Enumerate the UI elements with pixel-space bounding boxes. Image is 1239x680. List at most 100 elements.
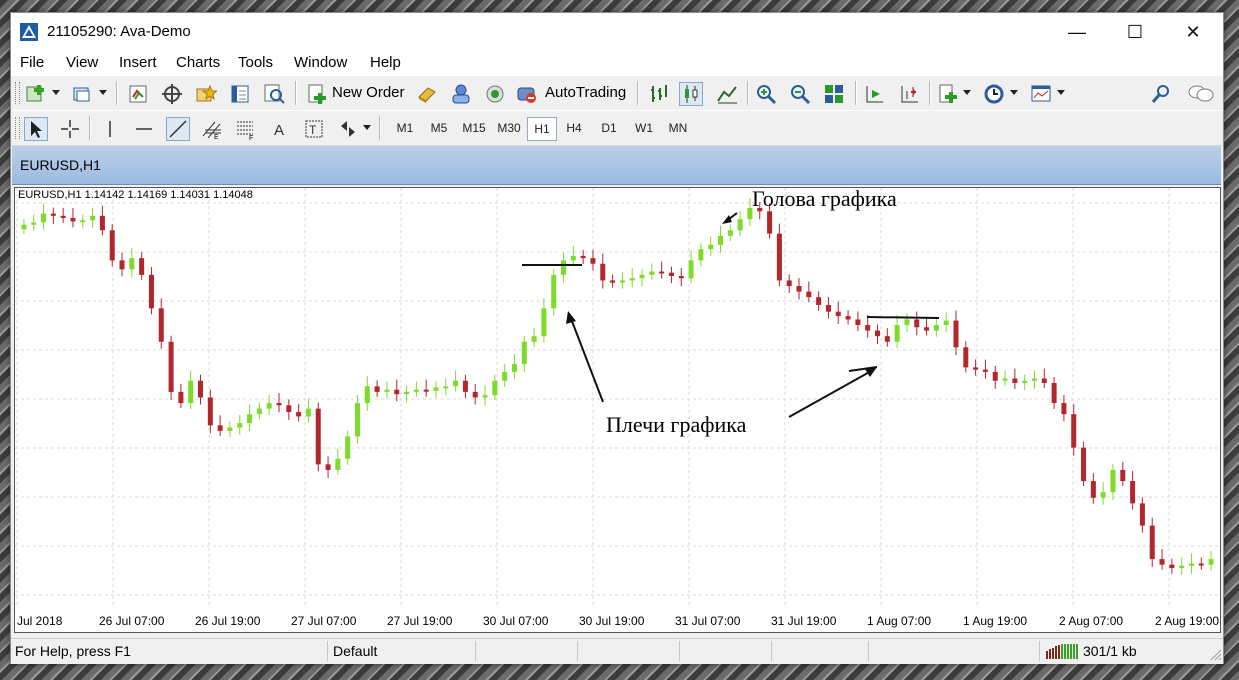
menu-tools[interactable]: Tools [238, 54, 273, 71]
candle-body [482, 395, 488, 398]
new-order-button[interactable]: New Order [306, 76, 410, 110]
trendline-icon[interactable] [166, 117, 190, 141]
horizontal-line-icon[interactable] [133, 118, 155, 140]
candle-body [884, 336, 890, 342]
navigator-icon[interactable] [161, 83, 183, 105]
vertical-line-icon[interactable] [99, 118, 121, 140]
autoscroll-icon[interactable] [897, 83, 919, 105]
timeframe-d1[interactable]: D1 [595, 117, 623, 139]
search-icon[interactable] [1150, 83, 1172, 105]
profiles-icon[interactable] [71, 83, 93, 105]
autotrading-button[interactable]: AutoTrading [516, 76, 630, 110]
candle-body [462, 380, 468, 392]
indicators-icon[interactable] [937, 83, 959, 105]
chat-icon[interactable] [1187, 83, 1215, 105]
candle-body [992, 371, 998, 381]
candle-body [1120, 469, 1126, 482]
head-annotation: Голова графика [752, 186, 897, 211]
menu-insert[interactable]: Insert [119, 54, 157, 71]
candle-body [129, 258, 135, 270]
svg-text:E: E [214, 134, 219, 140]
candle-body [963, 347, 969, 368]
templates-dropdown-icon[interactable] [1057, 90, 1065, 95]
strategy-tester-icon[interactable] [263, 83, 285, 105]
metaeditor-icon[interactable] [416, 83, 438, 105]
resize-grip-icon[interactable] [1210, 649, 1222, 661]
time-axis-label: 26 Jul 19:00 [195, 614, 261, 628]
candle-body [541, 308, 547, 337]
toolbar-grip[interactable] [15, 82, 20, 104]
timeframe-h1[interactable]: H1 [527, 117, 557, 141]
candle-body [99, 215, 105, 231]
price-chart[interactable] [15, 188, 1220, 632]
candlestick-chart-icon[interactable] [679, 82, 703, 106]
autotrading-label: AutoTrading [545, 84, 627, 101]
timeframe-m1[interactable]: M1 [390, 117, 420, 139]
chart-area[interactable]: EURUSD,H1 1.14142 1.14169 1.14031 1.1404… [14, 186, 1221, 633]
arrows-icon[interactable] [337, 118, 359, 140]
text-label-icon[interactable]: T [303, 118, 325, 140]
arrows-dropdown-icon[interactable] [363, 125, 371, 130]
candle-body [335, 458, 341, 470]
candle-body [639, 274, 645, 279]
periods-icon[interactable] [983, 83, 1005, 105]
candle-body [1139, 503, 1145, 526]
menu-window[interactable]: Window [294, 54, 347, 71]
time-axis-label: 30 Jul 19:00 [579, 614, 645, 628]
new-chart-icon[interactable] [25, 83, 47, 105]
equidistant-channel-icon[interactable]: E [201, 118, 223, 140]
shoulder-arrow-right [788, 369, 874, 418]
new-chart-dropdown-icon[interactable] [52, 90, 60, 95]
candle-body [796, 286, 802, 292]
timeframe-h4[interactable]: H4 [560, 117, 588, 139]
candle-body [207, 397, 213, 426]
candle-body [924, 327, 930, 331]
timeframe-m5[interactable]: M5 [424, 117, 454, 139]
candle-body [158, 308, 164, 342]
close-button[interactable]: ✕ [1164, 13, 1222, 51]
favorites-icon[interactable] [195, 83, 217, 105]
bar-chart-icon[interactable] [648, 83, 670, 105]
menu-charts[interactable]: Charts [176, 54, 220, 71]
minimize-button[interactable]: — [1048, 13, 1106, 51]
candle-body [570, 255, 576, 261]
zoom-out-icon[interactable] [789, 83, 811, 105]
templates-icon[interactable] [1030, 83, 1052, 105]
periods-dropdown-icon[interactable] [1010, 90, 1018, 95]
menu-help[interactable]: Help [370, 54, 401, 71]
candle-body [109, 230, 115, 261]
experts-icon[interactable] [450, 83, 472, 105]
candle-body [80, 220, 86, 223]
timeframe-m15[interactable]: M15 [458, 117, 490, 139]
profiles-dropdown-icon[interactable] [99, 90, 107, 95]
text-icon[interactable]: A [269, 118, 291, 140]
head-arrow-tip [722, 215, 732, 224]
data-window-icon[interactable] [229, 83, 251, 105]
candle-body [855, 319, 861, 326]
maximize-button[interactable]: ☐ [1106, 13, 1164, 51]
title-bar[interactable]: 21105290: Ava-Demo — ☐ ✕ [11, 13, 1223, 51]
timeframe-m30[interactable]: M30 [493, 117, 525, 139]
maximize-icon: ☐ [1126, 21, 1144, 42]
line-chart-icon[interactable] [716, 83, 738, 105]
toolbar-grip[interactable] [15, 117, 20, 139]
chart-shift-icon[interactable] [863, 83, 885, 105]
chart-window-header[interactable]: EURUSD,H1 [12, 146, 1221, 185]
zoom-in-icon[interactable] [755, 83, 777, 105]
candle-body [21, 224, 27, 230]
cursor-icon[interactable] [24, 117, 48, 141]
candle-body [786, 280, 792, 287]
timeframe-w1[interactable]: W1 [629, 117, 659, 139]
fibonacci-icon[interactable]: F [235, 118, 257, 140]
app-logo-icon [20, 23, 38, 41]
candle-body [148, 274, 154, 309]
signals-icon[interactable] [484, 83, 506, 105]
menu-file[interactable]: File [20, 54, 44, 71]
tile-windows-icon[interactable] [823, 83, 845, 105]
indicators-dropdown-icon[interactable] [963, 90, 971, 95]
menu-view[interactable]: View [66, 54, 98, 71]
market-watch-icon[interactable] [127, 83, 149, 105]
candle-body [1198, 563, 1204, 566]
crosshair-icon[interactable] [59, 118, 81, 140]
timeframe-mn[interactable]: MN [663, 117, 693, 139]
